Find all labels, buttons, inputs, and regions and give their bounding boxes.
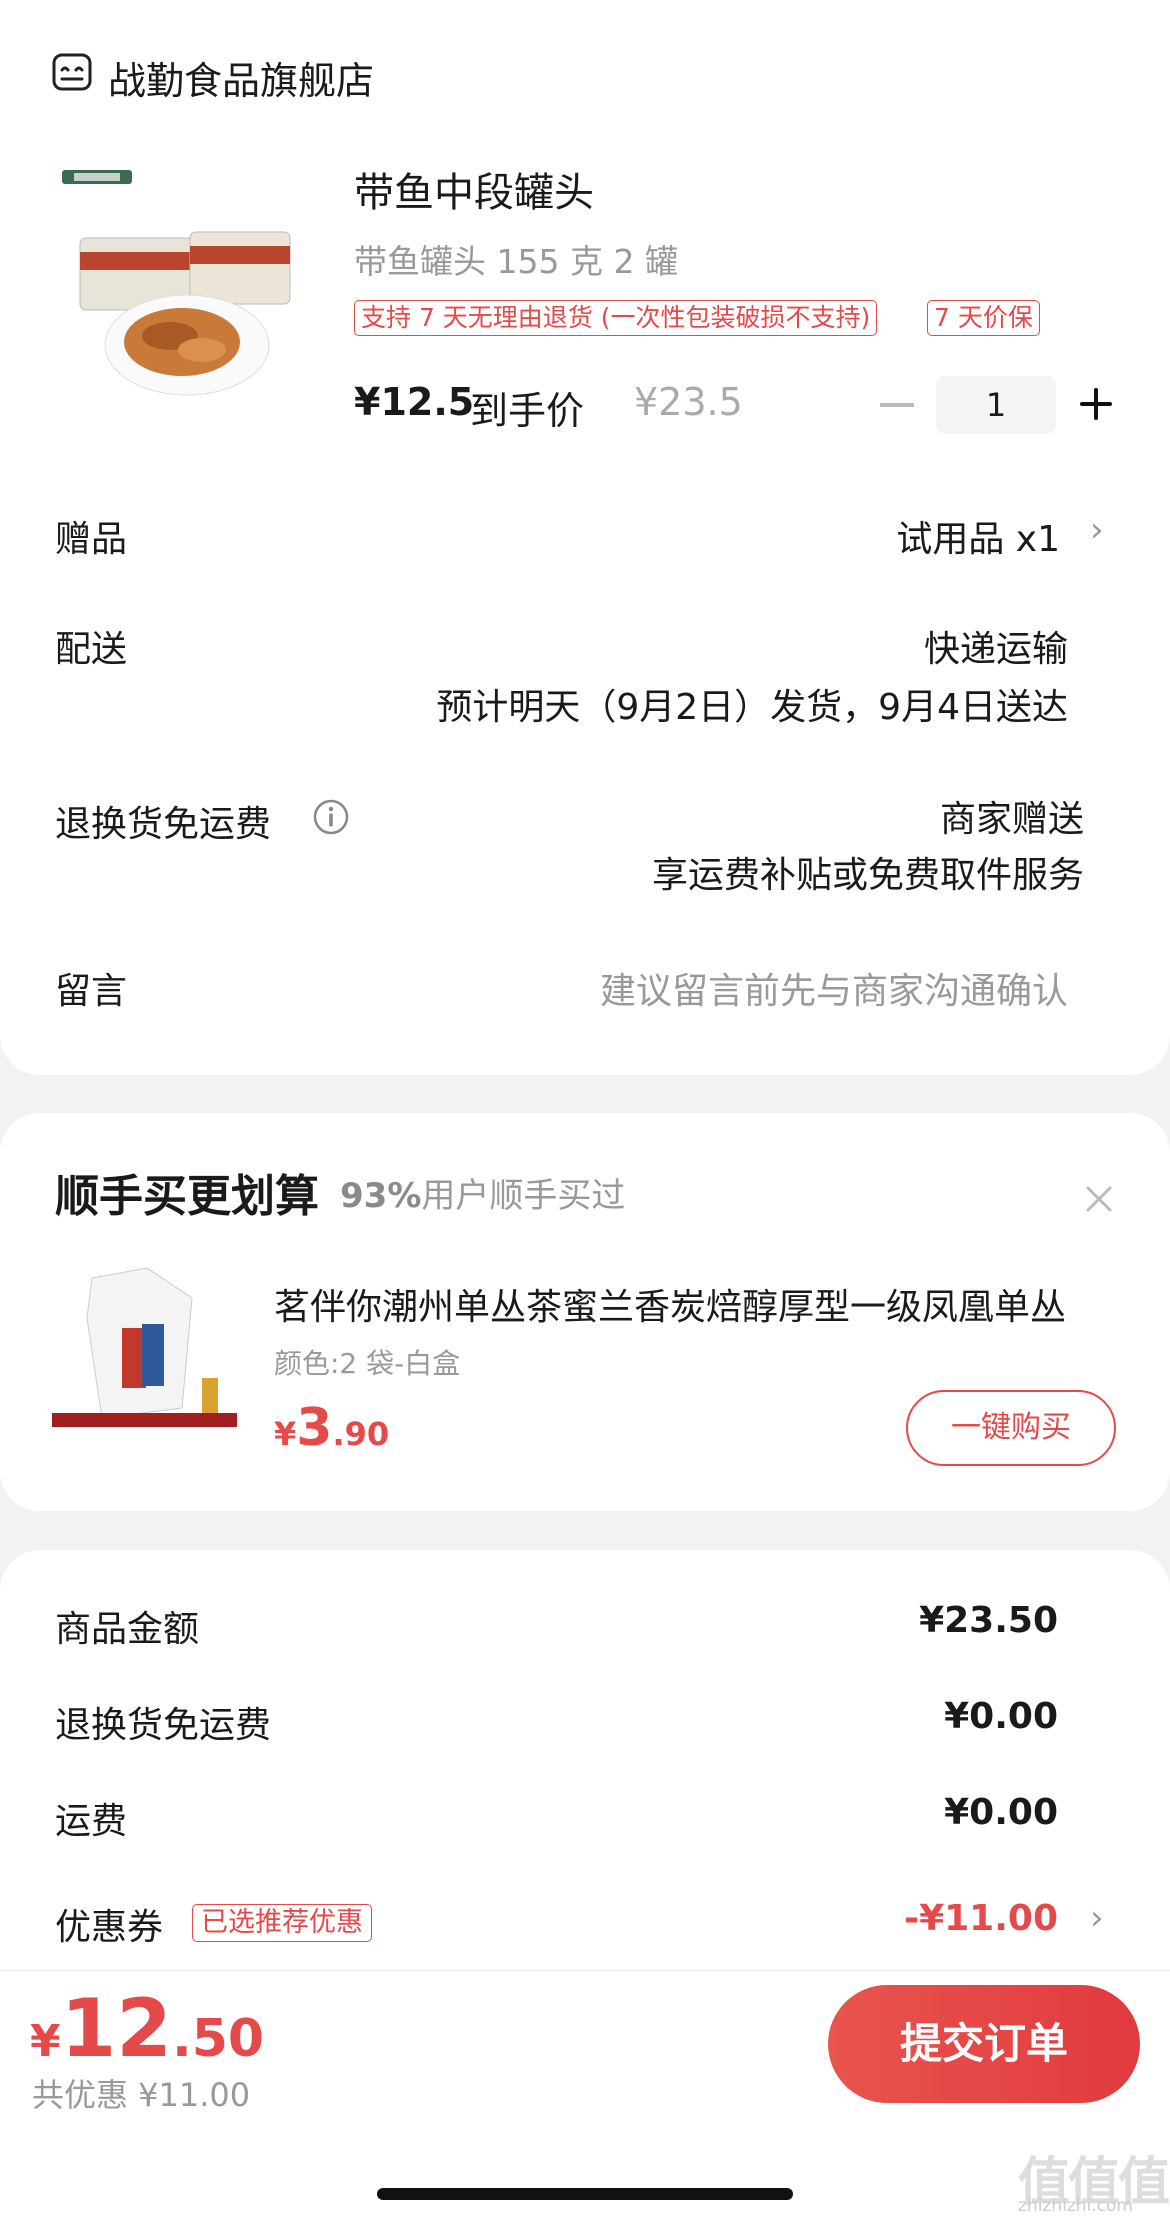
return-fee-value: ¥0.00 bbox=[944, 1696, 1058, 1737]
store-name[interactable]: 战勤食品旗舰店 bbox=[108, 50, 374, 105]
return-shipping-label: 退换货免运费 bbox=[55, 804, 272, 845]
recommend-price-int: 3 bbox=[296, 1398, 333, 1458]
recommend-price-symbol: ¥ bbox=[274, 1415, 297, 1453]
quantity-input[interactable]: 1 bbox=[936, 376, 1056, 434]
close-icon[interactable] bbox=[1084, 1184, 1114, 1214]
coupon-label: 优惠券 bbox=[55, 1907, 164, 1948]
total-price-int: 12 bbox=[60, 1982, 172, 2075]
message-input[interactable]: 建议留言前先与商家沟通确认 bbox=[600, 962, 1068, 1014]
delivery-label: 配送 bbox=[55, 629, 128, 670]
info-icon[interactable] bbox=[312, 798, 350, 836]
price-protect-tag: 7 天价保 bbox=[927, 300, 1040, 336]
final-price: ¥12.5 bbox=[354, 380, 475, 424]
chevron-right-icon[interactable]: › bbox=[1090, 1898, 1104, 1938]
recommend-item-name[interactable]: 茗伴你潮州单丛茶蜜兰香炭焙醇厚型一级凤凰单丛 bbox=[274, 1278, 1114, 1330]
home-indicator[interactable] bbox=[377, 2188, 793, 2200]
final-price-label: 到手价 bbox=[470, 389, 585, 433]
return-shipping-value: 商家赠送 bbox=[939, 799, 1084, 840]
recommend-item-spec: 颜色:2 袋-白盒 bbox=[274, 1347, 461, 1380]
submit-order-button[interactable]: 提交订单 bbox=[828, 1985, 1140, 2103]
shipping-fee-value: ¥0.00 bbox=[944, 1792, 1058, 1833]
gift-label: 赠品 bbox=[55, 519, 128, 560]
total-price-dec: .50 bbox=[171, 2009, 265, 2069]
watermark-url: zhizhizhi.com bbox=[1018, 2196, 1133, 2216]
quantity-increase-button[interactable] bbox=[1078, 386, 1114, 422]
coupon-recommended-tag: 已选推荐优惠 bbox=[192, 1904, 372, 1942]
chevron-right-icon[interactable]: › bbox=[1090, 510, 1104, 550]
delivery-eta: 预计明天（9月2日）发货，9月4日送达 bbox=[436, 687, 1068, 728]
goods-amount-label: 商品金额 bbox=[55, 1609, 200, 1650]
recommend-item-image[interactable] bbox=[52, 1258, 242, 1448]
shipping-fee-label: 运费 bbox=[55, 1801, 128, 1842]
recommend-title: 顺手买更划算 bbox=[55, 1171, 319, 1222]
gift-value[interactable]: 试用品 x1 bbox=[896, 510, 1060, 562]
delivery-method[interactable]: 快递运输 bbox=[924, 620, 1068, 672]
product-spec[interactable]: 带鱼罐头 155 克 2 罐 bbox=[354, 235, 678, 283]
recommend-subtitle: 93%用户顺手买过 bbox=[340, 1168, 625, 1217]
product-image[interactable] bbox=[52, 160, 302, 410]
shop-icon bbox=[52, 53, 92, 91]
goods-amount-value: ¥23.50 bbox=[919, 1600, 1058, 1641]
return-policy-tag: 支持 7 天无理由退货 (一次性包装破损不支持) bbox=[354, 300, 878, 336]
coupon-value[interactable]: -¥11.00 bbox=[904, 1898, 1058, 1939]
total-discount: 共优惠 ¥11.00 bbox=[32, 2076, 251, 2114]
product-title[interactable]: 带鱼中段罐头 bbox=[354, 160, 594, 218]
message-label: 留言 bbox=[55, 971, 128, 1012]
original-price: ¥23.5 bbox=[634, 380, 743, 424]
recommend-subtitle-text: 用户顺手买过 bbox=[421, 1176, 626, 1216]
total-price-symbol: ¥ bbox=[30, 2016, 61, 2067]
one-click-buy-button[interactable]: 一键购买 bbox=[906, 1390, 1116, 1466]
recommend-item-price: ¥3.90 bbox=[274, 1398, 389, 1458]
recommend-price-dec: .90 bbox=[332, 1415, 390, 1453]
total-price: ¥12.50 bbox=[30, 1982, 264, 2075]
recommend-percent: 93% bbox=[340, 1176, 422, 1216]
return-fee-label: 退换货免运费 bbox=[55, 1705, 272, 1746]
quantity-decrease-button[interactable] bbox=[880, 403, 914, 407]
return-shipping-desc: 享运费补贴或免费取件服务 bbox=[651, 855, 1084, 896]
